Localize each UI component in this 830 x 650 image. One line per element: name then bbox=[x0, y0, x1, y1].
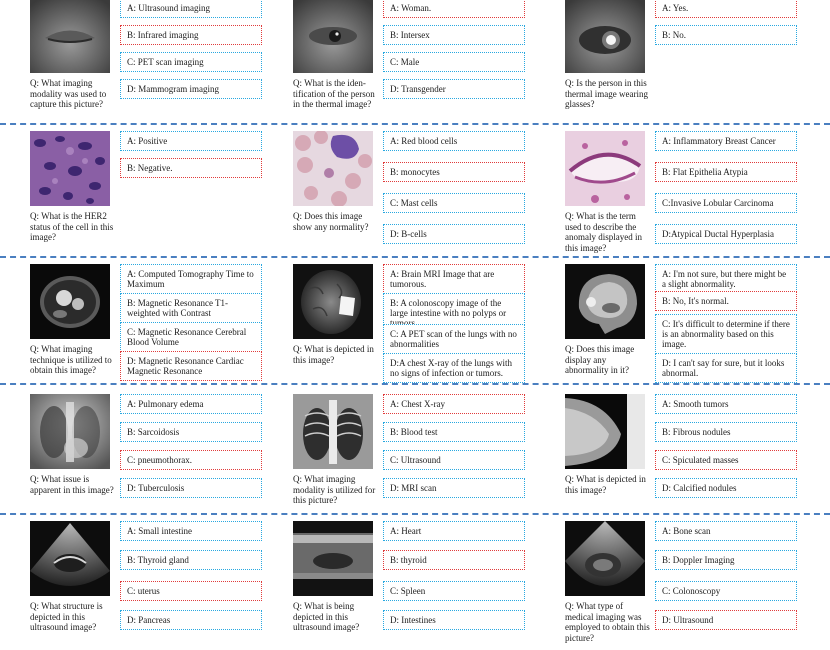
option-a[interactable]: A: Smooth tumors bbox=[655, 394, 797, 414]
chest-xray-image bbox=[30, 394, 110, 469]
option-a-correct[interactable]: A: Woman. bbox=[383, 0, 525, 18]
option-d-correct[interactable]: D: Magnetic Resonance Cardiac Magnetic R… bbox=[120, 351, 262, 381]
option-a[interactable]: A: Positive bbox=[120, 131, 262, 151]
question-text: Q: What issue is apparent in this image? bbox=[30, 474, 114, 495]
option-a[interactable]: A: Heart bbox=[383, 521, 525, 541]
option-c[interactable]: C: A PET scan of the lungs with no abnor… bbox=[383, 324, 525, 354]
option-c[interactable]: C: Ultrasound bbox=[383, 450, 525, 470]
question-text: Q: What is the term used to describe the… bbox=[565, 211, 642, 253]
option-d[interactable]: D: Intestines bbox=[383, 610, 525, 630]
row-separator bbox=[0, 383, 830, 385]
question-text: Q: What imaging modality was used to cap… bbox=[30, 78, 107, 109]
option-a[interactable]: A: Bone scan bbox=[655, 521, 797, 541]
option-c[interactable]: C:Invasive Lobular Carcinoma bbox=[655, 193, 797, 213]
option-b[interactable]: B: Fibrous nodules bbox=[655, 422, 797, 442]
option-b-correct[interactable]: B: Negative. bbox=[120, 158, 262, 178]
option-c-correct[interactable]: C: uterus bbox=[120, 581, 262, 601]
option-a-correct[interactable]: A: Yes. bbox=[655, 0, 797, 18]
option-b[interactable]: B: No. bbox=[655, 25, 797, 45]
option-a-correct[interactable]: A: Chest X-ray bbox=[383, 394, 525, 414]
brain-sagittal-image bbox=[565, 264, 645, 339]
option-c[interactable]: C: Male bbox=[383, 52, 525, 72]
option-b-correct[interactable]: B: No, It's normal. bbox=[655, 291, 797, 311]
option-b-correct[interactable]: B: thyroid bbox=[383, 550, 525, 570]
option-a[interactable]: A: Ultrasound imaging bbox=[120, 0, 262, 18]
ultrasound-image bbox=[30, 521, 110, 596]
option-c[interactable]: C: Magnetic Resonance Cerebral Blood Vol… bbox=[120, 322, 262, 352]
question-text: Q: What type of medical imaging was empl… bbox=[565, 601, 650, 643]
question-text: Q: Is the person in this thermal image w… bbox=[565, 78, 648, 109]
option-d[interactable]: D:A chest X-ray of the lungs with no sig… bbox=[383, 353, 525, 383]
row-separator bbox=[0, 256, 830, 258]
option-d[interactable]: D: Tuberculosis bbox=[120, 478, 262, 498]
option-a[interactable]: A: I'm not sure, but there might be a sl… bbox=[655, 264, 797, 294]
question-text: Q: What imaging modality is utilized for… bbox=[293, 474, 376, 505]
option-a[interactable]: A: Red blood cells bbox=[383, 131, 525, 151]
option-b-correct[interactable]: B: Flat Epithelia Atypia bbox=[655, 162, 797, 182]
option-d[interactable]: D: I can't say for sure, but it looks ab… bbox=[655, 353, 797, 383]
option-c-correct[interactable]: C: pneumothorax. bbox=[120, 450, 262, 470]
option-b[interactable]: B: Magnetic Resonance T1-weighted with C… bbox=[120, 293, 262, 323]
option-b[interactable]: B: Blood test bbox=[383, 422, 525, 442]
option-b[interactable]: B: Intersex bbox=[383, 25, 525, 45]
row-separator bbox=[0, 123, 830, 125]
mammogram-image bbox=[565, 394, 645, 469]
row-separator bbox=[0, 513, 830, 515]
option-b[interactable]: B: Sarcoidosis bbox=[120, 422, 262, 442]
question-text: Q: Does this image show any normality? bbox=[293, 211, 369, 232]
question-text: Q: What is depicted in this image? bbox=[565, 474, 646, 495]
question-text: Q: What is depicted in this image? bbox=[293, 344, 374, 365]
option-c-correct[interactable]: C: Spiculated masses bbox=[655, 450, 797, 470]
question-text: Q: What structure is depicted in this ul… bbox=[30, 601, 103, 632]
ultrasound-2-image bbox=[293, 521, 373, 596]
option-a[interactable]: A: Inflammatory Breast Cancer bbox=[655, 131, 797, 151]
option-a[interactable]: A: Small intestine bbox=[120, 521, 262, 541]
question-text: Q: What is the iden-tification of the pe… bbox=[293, 78, 375, 109]
option-d[interactable]: D: B-cells bbox=[383, 224, 525, 244]
question-text: Q: What is the HER2 status of the cell i… bbox=[30, 211, 114, 242]
option-b-correct[interactable]: B: monocytes bbox=[383, 162, 525, 182]
option-b-correct[interactable]: B: Infrared imaging bbox=[120, 25, 262, 45]
option-d[interactable]: D: Calcified nodules bbox=[655, 478, 797, 498]
option-c[interactable]: C: PET scan imaging bbox=[120, 52, 262, 72]
option-d-correct[interactable]: D: Ultrasound bbox=[655, 610, 797, 630]
thermal-eye-closed-image bbox=[30, 0, 110, 73]
histology-duct-image bbox=[565, 131, 645, 206]
chest-xray-2-image bbox=[293, 394, 373, 469]
option-a-correct[interactable]: A: Brain MRI Image that are tumorous. bbox=[383, 264, 525, 294]
ultrasound-3-image bbox=[565, 521, 645, 596]
option-c[interactable]: C: Spleen bbox=[383, 581, 525, 601]
option-a[interactable]: A: Computed Tomography Time to Maximum bbox=[120, 264, 262, 294]
option-d[interactable]: D: Mammogram imaging bbox=[120, 79, 262, 99]
option-d[interactable]: D: MRI scan bbox=[383, 478, 525, 498]
question-text: Q: What is being depicted in this ultras… bbox=[293, 601, 360, 632]
brain-mri-image bbox=[293, 264, 373, 339]
option-d[interactable]: D: Pancreas bbox=[120, 610, 262, 630]
option-a[interactable]: A: Pulmonary edema bbox=[120, 394, 262, 414]
option-d[interactable]: D: Transgender bbox=[383, 79, 525, 99]
option-c[interactable]: C: Mast cells bbox=[383, 193, 525, 213]
thermal-eye-open-image bbox=[293, 0, 373, 73]
blood-smear-image bbox=[293, 131, 373, 206]
option-c[interactable]: C: It's difficult to determine if there … bbox=[655, 314, 797, 354]
option-b[interactable]: B: Thyroid gland bbox=[120, 550, 262, 570]
histology-purple-image bbox=[30, 131, 110, 206]
cardiac-mri-image bbox=[30, 264, 110, 339]
option-b[interactable]: B: Doppler Imaging bbox=[655, 550, 797, 570]
option-d[interactable]: D:Atypical Ductal Hyperplasia bbox=[655, 224, 797, 244]
question-text: Q: Does this image display any abnormali… bbox=[565, 344, 635, 375]
question-text: Q: What imaging technique is utilized to… bbox=[30, 344, 112, 375]
option-c[interactable]: C: Colonoscopy bbox=[655, 581, 797, 601]
thermal-glasses-image bbox=[565, 0, 645, 73]
